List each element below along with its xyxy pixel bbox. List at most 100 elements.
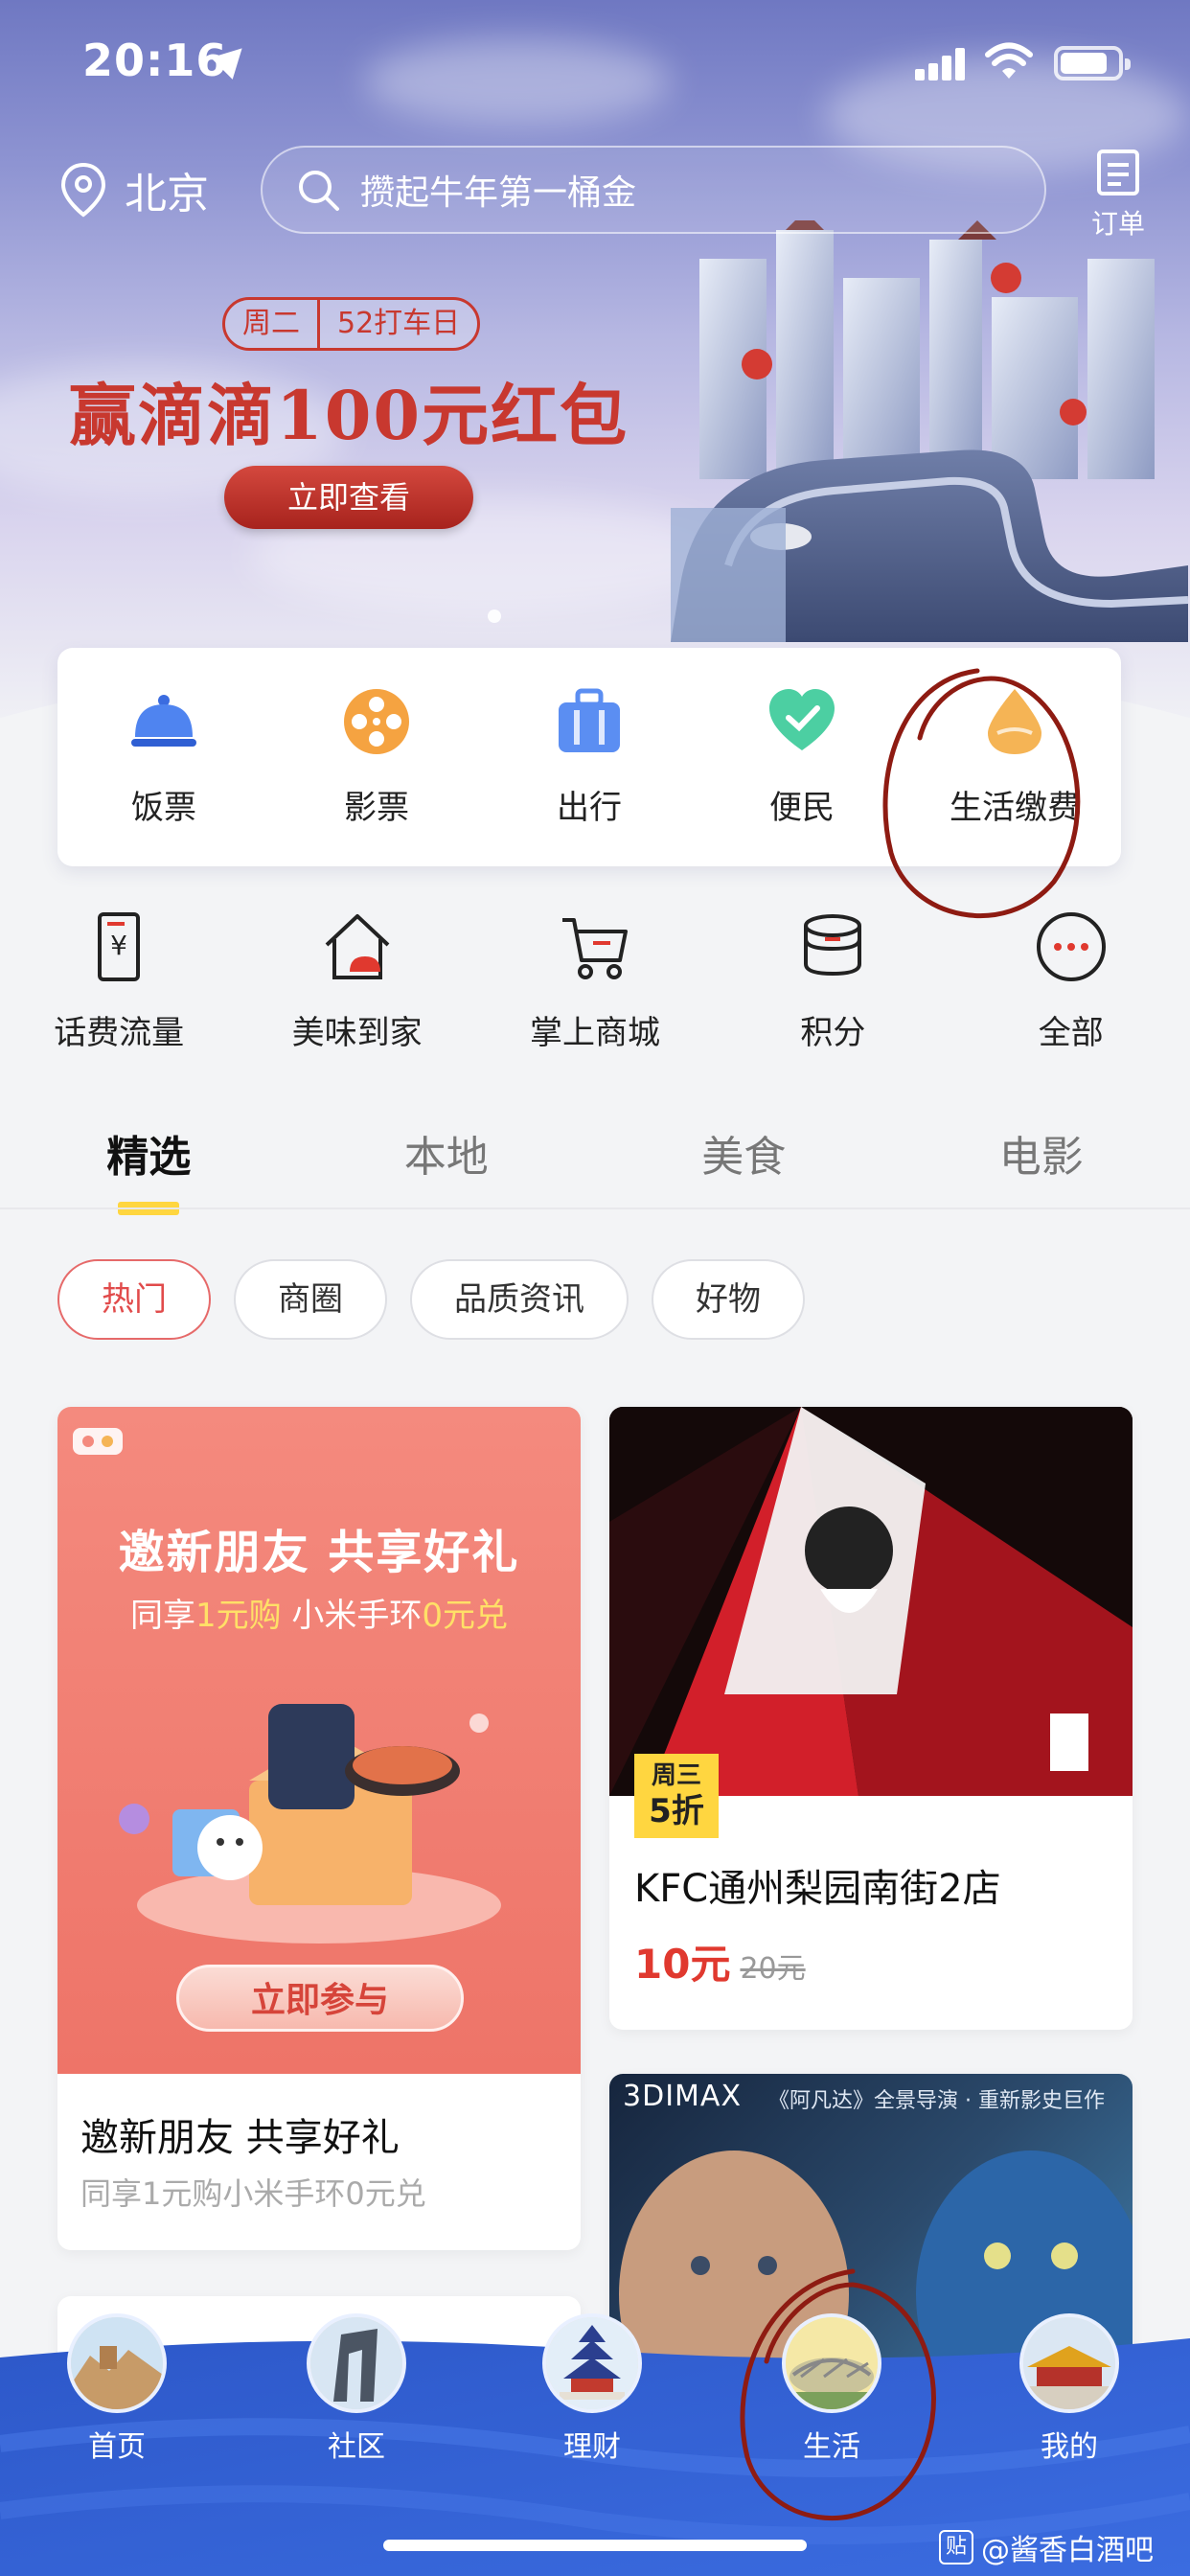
discount-badge: 周三 5折 xyxy=(634,1754,719,1838)
kfc-price: 10元 20元 xyxy=(634,1932,806,1990)
coins-icon xyxy=(804,914,862,977)
nav-label: 生活 xyxy=(803,2430,860,2464)
orders-label: 订单 xyxy=(1090,208,1145,240)
search-placeholder: 攒起牛年第一桶金 xyxy=(360,173,637,213)
phone-bill-icon: ¥ xyxy=(98,912,141,981)
kfc-deal-card[interactable]: 周三 5折 KFC通州梨园南街2店 10元 20元 xyxy=(609,1407,1133,2030)
chip-hot[interactable]: 热门 xyxy=(57,1259,211,1340)
secondary-label: 掌上商城 xyxy=(529,1014,660,1052)
service-utility-payment[interactable]: 生活缴费 xyxy=(919,687,1110,828)
orders-button[interactable]: 订单 xyxy=(1087,146,1150,242)
invite-join-button[interactable]: 立即参与 xyxy=(176,1965,464,2032)
temple-of-heaven-icon xyxy=(542,2313,642,2413)
secondary-mall[interactable]: 掌上商城 xyxy=(485,910,705,1064)
secondary-label: 话费流量 xyxy=(54,1014,185,1052)
cart-icon xyxy=(561,918,628,979)
secondary-label: 美味到家 xyxy=(291,1014,423,1052)
secondary-phone-bill[interactable]: ¥ 话费流量 xyxy=(9,910,229,1064)
service-label: 出行 xyxy=(557,788,622,827)
watermark: 贴 @酱香白酒吧 xyxy=(939,2526,1154,2568)
orders-clipboard-icon xyxy=(1097,150,1139,196)
svg-text:¥: ¥ xyxy=(110,930,127,961)
secondary-services: ¥ 话费流量 美味到家 掌上商城 积分 全部 xyxy=(0,910,1190,1064)
carousel-indicator xyxy=(488,610,501,623)
badge-day: 周三 xyxy=(651,1761,701,1790)
chip-good-stuff[interactable]: 好物 xyxy=(652,1259,805,1340)
service-travel[interactable]: 出行 xyxy=(493,687,685,828)
service-label: 影票 xyxy=(344,788,409,827)
service-label: 饭票 xyxy=(131,788,196,827)
home-indicator[interactable] xyxy=(383,2540,807,2551)
invite-title: 邀新朋友 共享好礼 xyxy=(80,2116,400,2160)
tab-local[interactable]: 本地 xyxy=(298,1121,596,1208)
home-dish-icon xyxy=(325,914,389,979)
forbidden-city-icon xyxy=(1019,2313,1119,2413)
luggage-icon xyxy=(559,688,620,752)
heart-check-icon xyxy=(769,688,835,750)
nav-label: 首页 xyxy=(88,2430,146,2464)
tieba-icon: 贴 xyxy=(939,2530,973,2564)
promo-tags: 周二 52打车日 xyxy=(222,297,481,351)
search-input[interactable]: 攒起牛年第一桶金 xyxy=(261,146,1046,234)
water-drop-icon xyxy=(988,688,1041,754)
nav-label: 我的 xyxy=(1041,2430,1098,2464)
location-pin-icon xyxy=(60,162,106,218)
nav-community[interactable]: 社区 xyxy=(299,2313,414,2465)
location-city: 北京 xyxy=(125,170,209,218)
nav-profile[interactable]: 我的 xyxy=(1012,2313,1127,2465)
watermark-text: @酱香白酒吧 xyxy=(981,2534,1154,2567)
location-selector[interactable]: 北京 xyxy=(59,159,209,220)
wifi-icon xyxy=(985,42,1033,79)
promo-day-tag: 周二 xyxy=(242,307,300,340)
status-time: 20:16 xyxy=(82,34,228,86)
secondary-all[interactable]: 全部 xyxy=(961,910,1181,1064)
nav-life[interactable]: 生活 xyxy=(774,2313,889,2465)
chip-quality-news[interactable]: 品质资讯 xyxy=(410,1259,629,1340)
secondary-label: 积分 xyxy=(800,1014,866,1052)
service-convenience[interactable]: 便民 xyxy=(706,687,898,828)
kfc-building-illustration xyxy=(609,1407,1133,1796)
tabs-divider xyxy=(0,1208,1190,1209)
service-label: 生活缴费 xyxy=(950,788,1080,827)
feed-tabs: 精选 本地 美食 电影 xyxy=(0,1121,1190,1208)
price-current: 10元 xyxy=(634,1941,731,1988)
price-original: 20元 xyxy=(740,1952,806,1986)
primary-services: 饭票 影票 出行 便民 生活缴费 xyxy=(57,648,1121,866)
invite-subtitle: 同享1元购小米手环0元兑 xyxy=(80,2175,426,2212)
tab-food[interactable]: 美食 xyxy=(595,1121,893,1208)
status-bar: 20:16 xyxy=(0,0,1190,125)
service-food-ticket[interactable]: 饭票 xyxy=(68,687,260,828)
mascot-logo-icon xyxy=(73,1428,123,1455)
nav-finance[interactable]: 理财 xyxy=(535,2313,650,2465)
movie-tagline: 《阿凡达》全景导演 · 重新影史巨作 xyxy=(768,2089,1105,2113)
cctv-tower-icon xyxy=(307,2313,406,2413)
badge-discount: 5折 xyxy=(649,1792,704,1830)
city-road-illustration xyxy=(671,220,1189,642)
invite-card[interactable]: 邀新朋友 共享好礼 同享1元购 小米手环0元兑 立即参与 邀新朋友 共享好礼 同… xyxy=(57,1407,581,2250)
chip-business-district[interactable]: 商圈 xyxy=(234,1259,387,1340)
invite-image: 邀新朋友 共享好礼 同享1元购 小米手环0元兑 立即参与 xyxy=(57,1407,581,2074)
filter-chips: 热门 商圈 品质资讯 好物 xyxy=(57,1259,805,1340)
more-dots-icon xyxy=(1036,912,1106,981)
promo-event-tag: 52打车日 xyxy=(317,300,477,348)
film-reel-icon xyxy=(344,688,409,754)
promo-view-button[interactable]: 立即查看 xyxy=(224,466,473,529)
secondary-label: 全部 xyxy=(1038,1014,1104,1052)
nav-label: 理财 xyxy=(563,2430,621,2464)
nav-label: 社区 xyxy=(328,2430,385,2464)
invite-subheadline: 同享1元购 小米手环0元兑 xyxy=(129,1597,509,1635)
tab-movies[interactable]: 电影 xyxy=(893,1121,1190,1208)
cellular-signal-icon xyxy=(915,48,965,80)
food-bell-icon xyxy=(131,694,196,747)
secondary-food-delivery[interactable]: 美味到家 xyxy=(247,910,468,1064)
nav-home[interactable]: 首页 xyxy=(59,2313,174,2465)
gift-box-illustration xyxy=(119,1704,501,1944)
tab-featured[interactable]: 精选 xyxy=(0,1121,298,1208)
battery-icon xyxy=(1054,46,1131,80)
kfc-image xyxy=(609,1407,1133,1796)
secondary-points[interactable]: 积分 xyxy=(722,910,943,1064)
kfc-title: KFC通州梨园南街2店 xyxy=(634,1867,1001,1911)
bird-nest-icon xyxy=(782,2313,881,2413)
service-movie-ticket[interactable]: 影票 xyxy=(281,687,472,828)
great-wall-icon xyxy=(67,2313,167,2413)
